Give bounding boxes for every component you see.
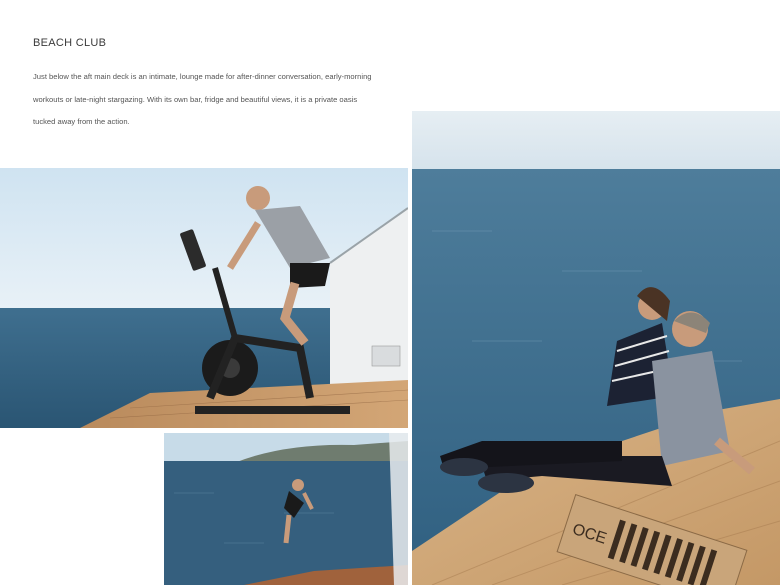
photo-diving bbox=[164, 433, 408, 585]
section-description: Just below the aft main deck is an intim… bbox=[33, 72, 372, 126]
photo-exercise-bike bbox=[0, 168, 408, 428]
diving-scene bbox=[164, 433, 408, 585]
couple-scene: OCE bbox=[412, 111, 780, 585]
photo-couple-on-deck: OCE bbox=[412, 111, 780, 585]
section-title: BEACH CLUB bbox=[33, 37, 107, 49]
exercise-bike-scene bbox=[0, 168, 408, 428]
